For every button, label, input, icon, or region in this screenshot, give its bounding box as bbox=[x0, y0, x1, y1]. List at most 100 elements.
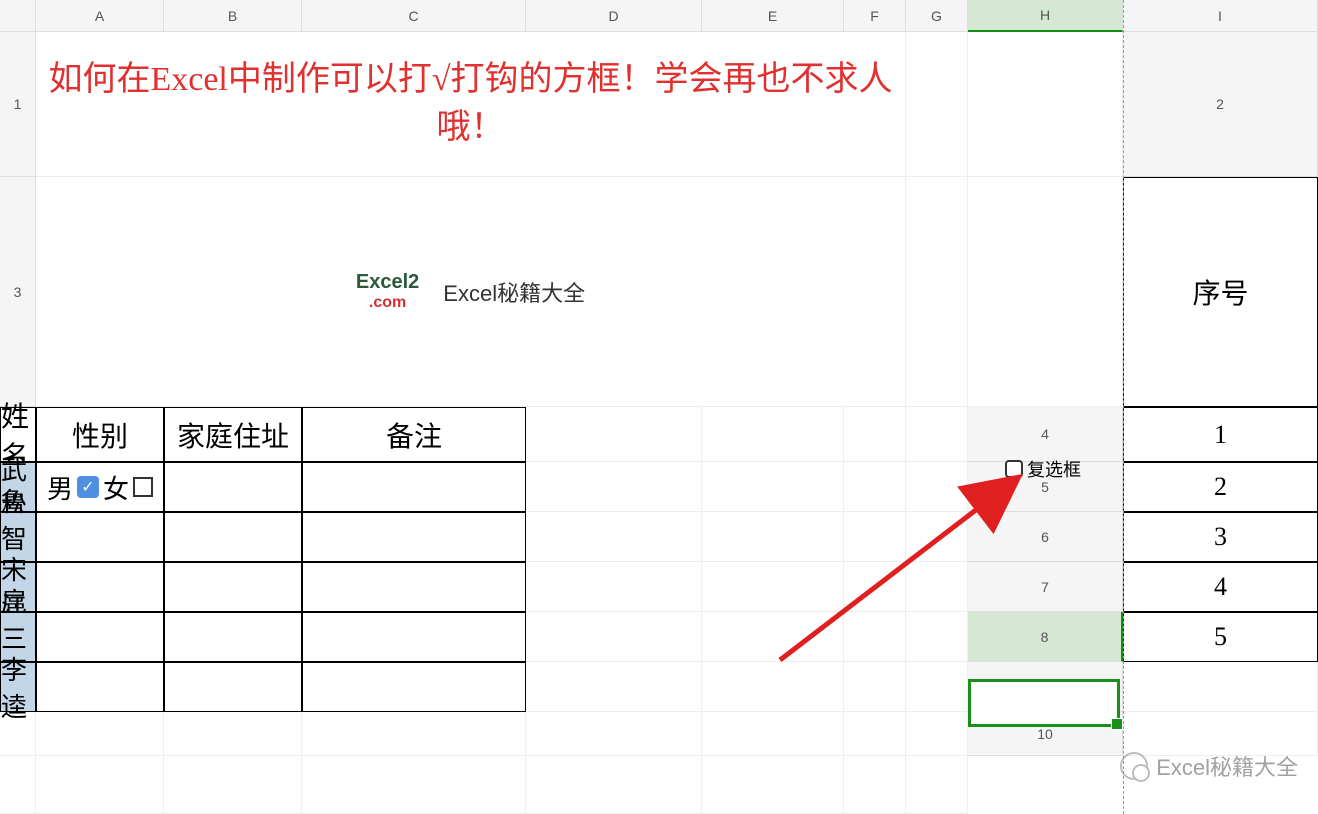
cell-H10[interactable] bbox=[844, 756, 906, 814]
table-row[interactable] bbox=[164, 662, 302, 712]
form-checkbox-control[interactable]: 复选框 bbox=[1005, 456, 1081, 482]
table-row[interactable] bbox=[164, 512, 302, 562]
title-merged-cell[interactable]: 如何在Excel中制作可以打√打钩的方框！学会再也不求人哦！ bbox=[36, 32, 906, 177]
cell-G10[interactable] bbox=[702, 756, 844, 814]
row-header-9[interactable]: 9 bbox=[968, 662, 1123, 712]
table-header-addr[interactable]: 家庭住址 bbox=[164, 407, 302, 462]
cell-G3[interactable] bbox=[702, 407, 844, 462]
table-row[interactable]: 3 bbox=[1123, 512, 1318, 562]
cell-H7[interactable] bbox=[844, 612, 906, 662]
row-header-3[interactable]: 3 bbox=[0, 177, 36, 407]
cell-I3[interactable] bbox=[906, 407, 968, 462]
cell-B10[interactable] bbox=[0, 756, 36, 814]
row-header-7[interactable]: 7 bbox=[968, 562, 1123, 612]
col-header-B[interactable]: B bbox=[164, 0, 302, 32]
cell-I6[interactable] bbox=[906, 562, 968, 612]
cell-G9[interactable] bbox=[702, 712, 844, 756]
col-header-F[interactable]: F bbox=[844, 0, 906, 32]
cell-F8[interactable] bbox=[526, 662, 702, 712]
cell-F7[interactable] bbox=[526, 612, 702, 662]
row-header-10[interactable]: 10 bbox=[968, 712, 1123, 756]
gender-cell[interactable]: 男 ✓ 女 bbox=[36, 462, 164, 512]
cell-C9[interactable] bbox=[36, 712, 164, 756]
table-row[interactable] bbox=[302, 562, 526, 612]
cell-I2[interactable] bbox=[968, 177, 1123, 407]
cell-I1[interactable] bbox=[968, 32, 1123, 177]
cell-H8[interactable] bbox=[844, 662, 906, 712]
cell-H3[interactable] bbox=[844, 407, 906, 462]
checkbox-empty-icon[interactable] bbox=[133, 477, 153, 497]
cell-E9[interactable] bbox=[302, 712, 526, 756]
cell-F5[interactable] bbox=[526, 512, 702, 562]
row-header-8[interactable]: 8 bbox=[968, 612, 1123, 662]
table-row[interactable] bbox=[302, 662, 526, 712]
cell-H6[interactable] bbox=[844, 562, 906, 612]
table-header-gender[interactable]: 性别 bbox=[36, 407, 164, 462]
cell-E10[interactable] bbox=[302, 756, 526, 814]
cell-I5[interactable] bbox=[906, 512, 968, 562]
col-header-A[interactable]: A bbox=[36, 0, 164, 32]
cell-G8[interactable] bbox=[702, 662, 844, 712]
cell-B9[interactable] bbox=[0, 712, 36, 756]
cell-I10[interactable] bbox=[906, 756, 968, 814]
table-row[interactable]: 李逵 bbox=[0, 662, 36, 712]
cell-H9[interactable] bbox=[844, 712, 906, 756]
row-header-2[interactable]: 2 bbox=[1123, 32, 1318, 177]
table-row[interactable] bbox=[164, 562, 302, 612]
table-row[interactable] bbox=[36, 512, 164, 562]
cell-G6[interactable] bbox=[702, 562, 844, 612]
row-header-1[interactable]: 1 bbox=[0, 32, 36, 177]
cell-I7[interactable] bbox=[906, 612, 968, 662]
row-header-4[interactable]: 4 bbox=[968, 407, 1123, 462]
col-header-H[interactable]: H bbox=[968, 0, 1123, 32]
gender-female-label: 女 bbox=[103, 469, 129, 506]
col-header-D[interactable]: D bbox=[526, 0, 702, 32]
cell-F3[interactable] bbox=[526, 407, 702, 462]
table-row[interactable]: 4 bbox=[1123, 562, 1318, 612]
cell-A9[interactable] bbox=[1123, 662, 1318, 712]
table-row[interactable]: 1 bbox=[1123, 407, 1318, 462]
cell-F4[interactable] bbox=[526, 462, 702, 512]
table-row[interactable] bbox=[164, 462, 302, 512]
logo-merged-cell[interactable]: Excel2 .com Excel秘籍大全 bbox=[36, 177, 906, 407]
table-row[interactable] bbox=[164, 612, 302, 662]
table-row[interactable] bbox=[302, 462, 526, 512]
table-row[interactable] bbox=[36, 662, 164, 712]
table-row[interactable] bbox=[302, 612, 526, 662]
table-row[interactable]: 5 bbox=[1123, 612, 1318, 662]
col-header-I[interactable]: I bbox=[1123, 0, 1318, 32]
table-header-num[interactable]: 序号 bbox=[1123, 177, 1318, 407]
watermark: Excel秘籍大全 bbox=[1120, 750, 1298, 782]
cell-H1[interactable] bbox=[906, 32, 968, 177]
cell-I4[interactable] bbox=[906, 462, 968, 512]
cell-G5[interactable] bbox=[702, 512, 844, 562]
page-break-line bbox=[1123, 0, 1124, 814]
checkbox-checked-icon[interactable]: ✓ bbox=[77, 476, 99, 498]
select-all-corner[interactable] bbox=[0, 0, 36, 32]
table-row[interactable] bbox=[36, 562, 164, 612]
row-header-6[interactable]: 6 bbox=[968, 512, 1123, 562]
cell-H5[interactable] bbox=[844, 512, 906, 562]
title-text: 如何在Excel中制作可以打√打钩的方框！学会再也不求人哦！ bbox=[36, 56, 905, 151]
cell-C10[interactable] bbox=[36, 756, 164, 814]
col-header-G[interactable]: G bbox=[906, 0, 968, 32]
logo-subtitle: Excel秘籍大全 bbox=[443, 276, 585, 308]
cell-D10[interactable] bbox=[164, 756, 302, 814]
table-row[interactable]: 2 bbox=[1123, 462, 1318, 512]
cell-H2[interactable] bbox=[906, 177, 968, 407]
cell-D9[interactable] bbox=[164, 712, 302, 756]
cell-F10[interactable] bbox=[526, 756, 702, 814]
cell-H4[interactable] bbox=[844, 462, 906, 512]
table-row[interactable] bbox=[36, 612, 164, 662]
cell-F9[interactable] bbox=[526, 712, 702, 756]
table-header-note[interactable]: 备注 bbox=[302, 407, 526, 462]
checkbox-icon[interactable] bbox=[1005, 460, 1023, 478]
cell-G7[interactable] bbox=[702, 612, 844, 662]
table-row[interactable] bbox=[302, 512, 526, 562]
cell-G4[interactable] bbox=[702, 462, 844, 512]
cell-I8[interactable] bbox=[906, 662, 968, 712]
cell-F6[interactable] bbox=[526, 562, 702, 612]
col-header-C[interactable]: C bbox=[302, 0, 526, 32]
cell-I9[interactable] bbox=[906, 712, 968, 756]
col-header-E[interactable]: E bbox=[702, 0, 844, 32]
